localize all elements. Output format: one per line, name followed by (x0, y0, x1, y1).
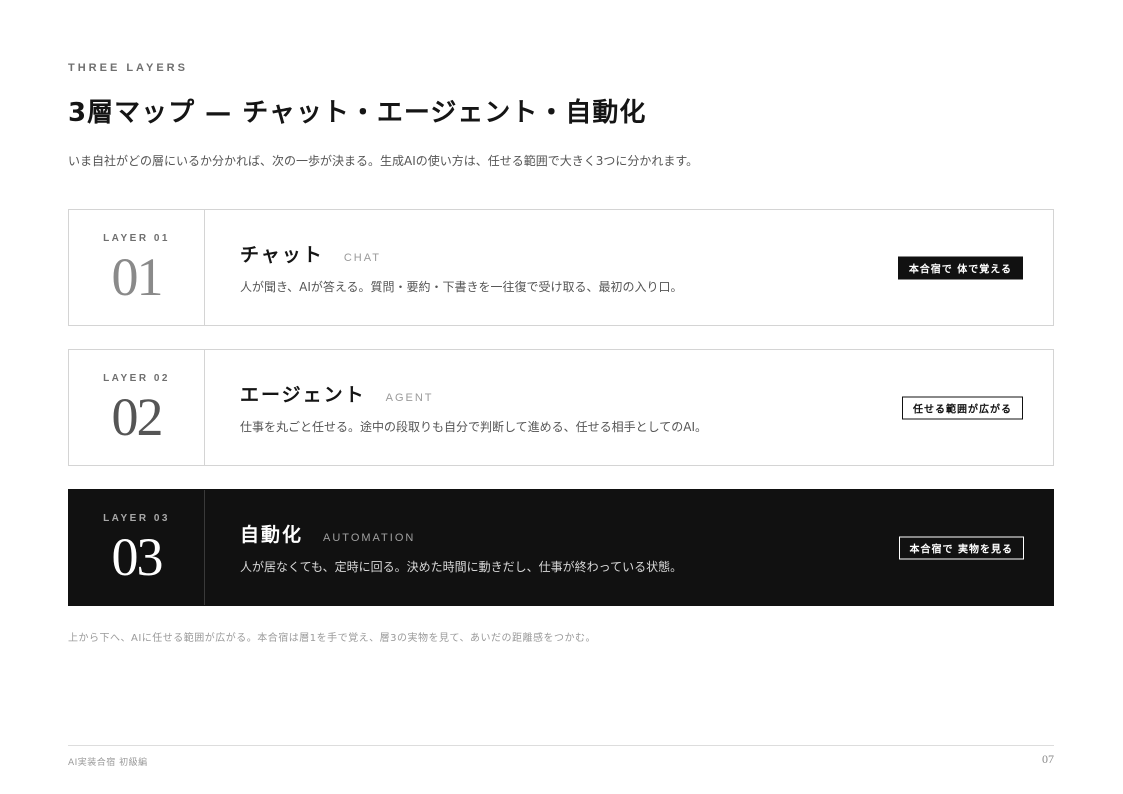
layer-name: エージェント (240, 384, 366, 406)
layer-badge: 本合宿で 実物を見る (898, 536, 1024, 559)
layer-card-automation: LAYER 03 03 自動化 AUTOMATION 人が居なくても、定時に回る… (68, 489, 1054, 606)
layer-card-chat: LAYER 01 01 チャット CHAT 人が聞き、AIが答える。質問・要約・… (68, 209, 1054, 326)
layer-description: 人が居なくても、定時に回る。決めた時間に動きだし、仕事が終わっている状態。 (240, 560, 683, 574)
layer-badge: 本合宿で 体で覚える (897, 256, 1023, 279)
lead-text: いま自社がどの層にいるか分かれば、次の一歩が決まる。生成AIの使い方は、任せる範… (68, 154, 699, 168)
layer-tag: LAYER 02 (103, 373, 170, 384)
layer-number: 02 (111, 387, 164, 447)
layer-number-column: LAYER 01 01 (69, 210, 205, 325)
page-title: 3層マップ — チャット・エージェント・自動化 (68, 98, 647, 128)
layer-number: 01 (111, 247, 164, 307)
layer-english-name: CHAT (343, 252, 381, 264)
layer-description: 人が聞き、AIが答える。質問・要約・下書きを一往復で受け取る、最初の入り口。 (240, 280, 683, 294)
footer-course-name: AI実装合宿 初級編 (68, 758, 148, 768)
layer-description: 仕事を丸ごと任せる。途中の段取りも自分で判断して進める、任せる相手としてのAI。 (240, 420, 708, 434)
section-eyebrow: THREE LAYERS (68, 62, 188, 74)
layer-english-name: AUTOMATION (323, 532, 416, 544)
layer-heading: エージェント AGENT (240, 380, 434, 407)
page-number: 07 (1042, 752, 1054, 766)
layer-tag: LAYER 01 (103, 233, 170, 244)
layer-tag: LAYER 03 (103, 513, 170, 524)
layer-body: エージェント AGENT 仕事を丸ごと任せる。途中の段取りも自分で判断して進める… (205, 350, 1053, 465)
layer-number-column: LAYER 02 02 (69, 350, 205, 465)
layer-name: チャット (240, 244, 324, 266)
layer-body: チャット CHAT 人が聞き、AIが答える。質問・要約・下書きを一往復で受け取る… (205, 210, 1053, 325)
footer-divider (68, 745, 1054, 746)
layer-badge: 任せる範囲が広がる (902, 396, 1023, 419)
layer-number: 03 (111, 527, 164, 587)
layer-name: 自動化 (240, 524, 304, 546)
layer-number-column: LAYER 03 03 (69, 490, 205, 605)
layer-card-agent: LAYER 02 02 エージェント AGENT 仕事を丸ごと任せる。途中の段取… (68, 349, 1054, 466)
footnote: 上から下へ、AIに任せる範囲が広がる。本合宿は層1を手で覚え、層3の実物を見て、… (68, 633, 597, 644)
layer-heading: チャット CHAT (240, 240, 381, 267)
layer-heading: 自動化 AUTOMATION (240, 520, 415, 547)
layer-body: 自動化 AUTOMATION 人が居なくても、定時に回る。決めた時間に動きだし、… (205, 490, 1053, 605)
layer-english-name: AGENT (385, 392, 434, 404)
